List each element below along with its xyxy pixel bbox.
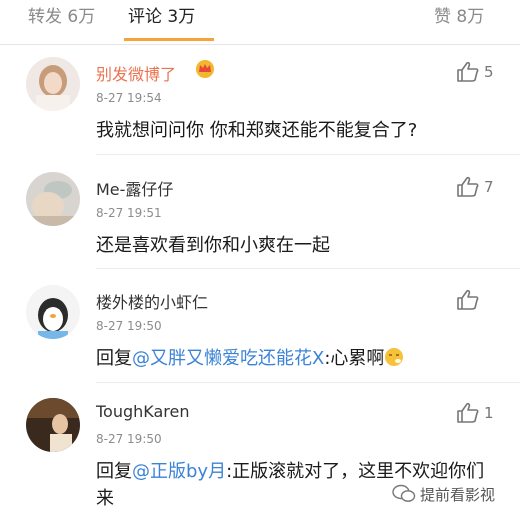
wechat-icon [392, 484, 416, 502]
avatar[interactable] [26, 57, 80, 111]
comment-text: 还是喜欢看到你和小爽在一起 [96, 235, 330, 256]
thumbs-up-icon [457, 289, 479, 310]
reply-prefix: 回复 [96, 348, 132, 369]
reply-prefix: 回复 [96, 461, 132, 482]
avatar[interactable] [26, 172, 80, 226]
avatar[interactable] [26, 398, 80, 452]
comment-text: 回复@又胖又懒爱吃还能花X:心累啊 [96, 345, 496, 372]
username[interactable]: Me-露仔仔 [96, 176, 173, 200]
like-count: 7 [484, 178, 494, 196]
timestamp: 8-27 19:51 [96, 206, 162, 220]
divider [96, 382, 520, 383]
tab-bar: 转发 6万 评论 3万 赞 8万 [0, 0, 520, 45]
like-count: 1 [484, 404, 494, 422]
watermark-text: 提前看影视 [420, 486, 496, 504]
username[interactable]: 别发微博了 [96, 61, 176, 85]
reply-text: :心累啊 [324, 348, 385, 369]
tab-repost[interactable]: 转发 6万 [28, 2, 95, 27]
divider [96, 154, 520, 155]
timestamp: 8-27 19:54 [96, 91, 162, 105]
tab-comment[interactable]: 评论 3万 [128, 2, 195, 27]
comment-text: 我就想问问你 你和郑爽还能不能复合了? [96, 120, 418, 141]
divider [96, 268, 520, 269]
thumbs-up-icon [457, 402, 479, 423]
mention-link[interactable]: @又胖又懒爱吃还能花X [132, 348, 324, 369]
tab-like[interactable]: 赞 8万 [434, 2, 484, 27]
active-tab-indicator [124, 38, 214, 41]
avatar[interactable] [26, 285, 80, 339]
thumbs-up-icon [457, 61, 479, 82]
mention-link[interactable]: @正版by月 [132, 461, 226, 482]
username[interactable]: ToughKaren [96, 402, 190, 421]
timestamp: 8-27 19:50 [96, 319, 162, 333]
thumbs-up-icon [457, 176, 479, 197]
sigh-emoji-icon [385, 348, 404, 366]
username[interactable]: 楼外楼的小虾仁 [96, 289, 208, 313]
crown-icon [196, 60, 214, 78]
timestamp: 8-27 19:50 [96, 432, 162, 446]
like-count: 5 [484, 63, 494, 81]
